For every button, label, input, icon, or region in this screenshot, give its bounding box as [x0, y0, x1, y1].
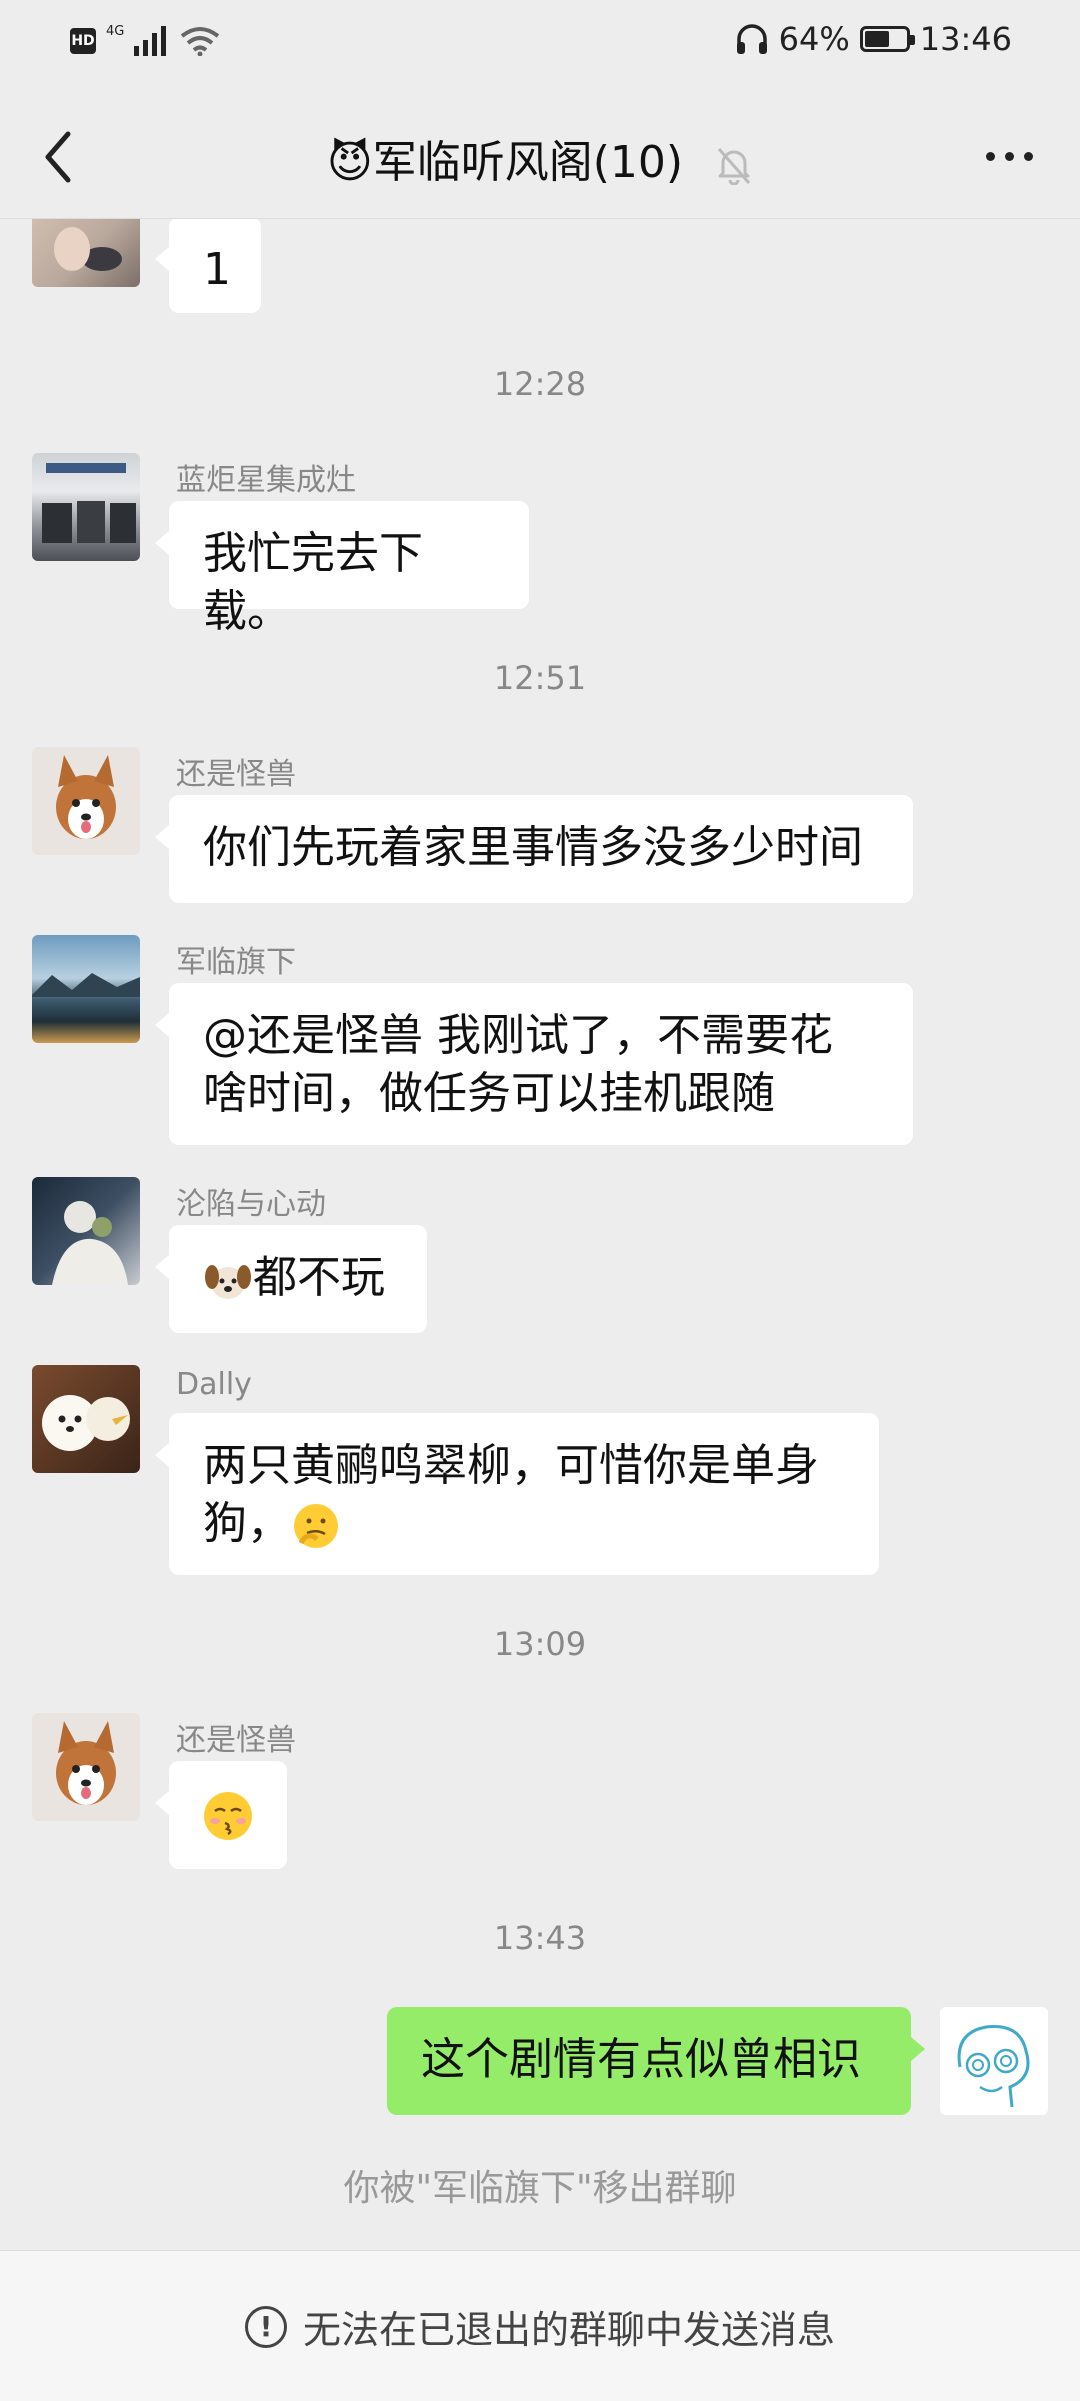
message-bubble[interactable]: 你们先玩着家里事情多没多少时间 [155, 795, 913, 903]
sender-name: 还是怪兽 [176, 757, 296, 792]
status-bar: HD 4G 64% 13:46 [0, 0, 1080, 96]
message-text-line: 啥时间，做任务可以挂机跟随 [203, 1068, 775, 1119]
message-text-line: 两只黄鹂鸣翠柳，可惜你是单身 [203, 1440, 819, 1491]
message-bubble[interactable]: 我忙完去下载。 [155, 501, 529, 637]
message-text: 1 [203, 244, 231, 295]
battery-level [864, 31, 889, 47]
message-text: 这个剧情有点似曾相识 [421, 2034, 861, 2085]
timestamp: 13:09 [493, 1625, 587, 1663]
message-bubble[interactable]: @还是怪兽 我刚试了，不需要花 啥时间，做任务可以挂机跟随 [155, 983, 913, 1145]
headphones-icon [736, 24, 767, 54]
avatar[interactable] [32, 453, 140, 561]
devil-emoji: 😈 [326, 137, 373, 188]
timestamp: 12:51 [493, 659, 587, 697]
kissing-face-icon [204, 1792, 252, 1840]
message-bubble[interactable]: 都不玩 [155, 1225, 427, 1333]
network-type: 4G [106, 23, 125, 39]
own-message-bubble[interactable]: 这个剧情有点似曾相识 [387, 2007, 925, 2115]
signal-icon [134, 26, 167, 56]
timestamp: 12:28 [493, 365, 587, 403]
more-options-button[interactable] [974, 126, 1044, 186]
dot [1004, 151, 1014, 161]
exclamation-circle-icon: ! [244, 2305, 287, 2348]
dot [1023, 151, 1033, 161]
message-text: 我忙完去下载。 [203, 528, 423, 637]
avatar[interactable] [32, 1365, 140, 1473]
battery-icon [859, 26, 915, 52]
clock: 13:46 [919, 20, 1012, 58]
dot [985, 151, 995, 161]
message-bubble[interactable]: 两只黄鹂鸣翠柳，可惜你是单身 狗， [155, 1413, 879, 1575]
sender-name: 沦陷与心动 [176, 1187, 326, 1222]
battery-percent: 64% [778, 20, 850, 58]
avatar[interactable] [32, 1177, 140, 1285]
page-title: 😈军临听风阁(10) [0, 126, 1080, 190]
message-text: 你们先玩着家里事情多没多少时间 [203, 822, 863, 873]
muted-bell-icon [717, 148, 751, 185]
group-name: 军临听风阁(10) [372, 137, 684, 188]
message-text: 都不玩 [253, 1252, 385, 1303]
message-bubble[interactable]: 1 [155, 219, 261, 313]
hd-icon: HD [70, 28, 96, 54]
bottom-notice-bar: ! 无法在已退出的群聊中发送消息 [0, 2250, 1080, 2401]
sender-name: 蓝炬星集成灶 [176, 463, 356, 498]
timestamp: 13:43 [493, 1919, 587, 1957]
sender-name: 还是怪兽 [176, 1723, 296, 1758]
message-bubble[interactable] [155, 1761, 287, 1869]
avatar[interactable] [32, 1713, 140, 1821]
dog-face-icon [205, 1265, 251, 1299]
avatar[interactable] [32, 219, 140, 287]
thinking-face-icon [294, 1504, 338, 1548]
notice-text: 无法在已退出的群聊中发送消息 [302, 2308, 835, 2352]
message-text-line: 狗， [203, 1498, 291, 1549]
sender-name: Dally [176, 1367, 252, 1402]
wifi-icon [181, 27, 220, 56]
own-avatar[interactable] [940, 2007, 1048, 2115]
system-message: 你被"军临旗下"移出群聊 [343, 2168, 737, 2209]
sender-name: 军临旗下 [176, 945, 296, 980]
avatar[interactable] [32, 935, 140, 1043]
message-list[interactable]: 1 12:28 蓝炬星集成灶 我忙完去下载。 12:51 还是怪兽 你们先玩着家… [0, 219, 1080, 2249]
chat-header: 😈军临听风阁(10) [0, 96, 1080, 219]
message-text-line: @还是怪兽 我刚试了，不需要花 [203, 1010, 833, 1061]
avatar[interactable] [32, 747, 140, 855]
